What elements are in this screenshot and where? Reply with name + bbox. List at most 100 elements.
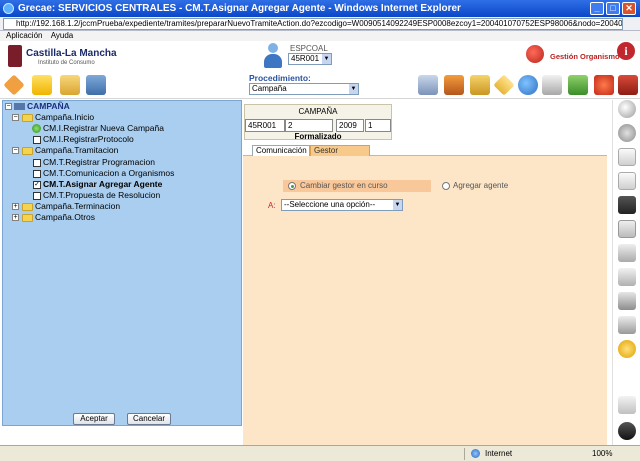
new-document-icon[interactable] xyxy=(618,220,636,238)
save-icon[interactable] xyxy=(618,196,636,214)
record-field-3: 2009 xyxy=(336,119,364,132)
laptop-tool-icon[interactable] xyxy=(418,75,438,95)
cancel-button[interactable]: Cancelar xyxy=(127,413,171,425)
checkbox-propuesta-resolucion[interactable] xyxy=(33,192,41,200)
zone-label: Internet xyxy=(485,449,513,458)
window-titlebar: Grecae: SERVICIOS CENTRALES - CM.T.Asign… xyxy=(0,0,640,17)
a-label: A: xyxy=(268,201,276,210)
radio-agregar-agente[interactable] xyxy=(442,182,450,190)
expander-tramitacion[interactable]: − xyxy=(12,147,19,154)
tree-node-tramitacion[interactable]: Campaña.Tramitacion xyxy=(35,145,118,156)
attach-icon[interactable] xyxy=(618,268,636,286)
chevron-down-icon: ▼ xyxy=(393,200,402,210)
logo-emblem-icon xyxy=(8,45,22,67)
expander-otros[interactable]: + xyxy=(12,214,19,221)
maximize-button[interactable]: □ xyxy=(606,2,620,15)
current-step-icon xyxy=(32,124,41,133)
expander-inicio[interactable]: − xyxy=(12,114,19,121)
save-tool-icon[interactable] xyxy=(86,75,106,95)
archive-tool-icon[interactable] xyxy=(470,75,490,95)
folder-icon xyxy=(22,214,33,222)
info-icon[interactable]: i xyxy=(617,42,635,60)
exit-tool-icon[interactable] xyxy=(618,75,638,95)
close-button[interactable]: ✕ xyxy=(622,2,636,15)
pages-icon[interactable] xyxy=(618,172,636,190)
gestion-icon xyxy=(526,45,544,63)
menu-aplicacion[interactable]: Aplicación xyxy=(6,31,42,40)
print-icon[interactable] xyxy=(618,316,636,334)
folder-icon xyxy=(22,203,33,211)
checkbox-comunicacion-organismos[interactable] xyxy=(33,170,41,178)
tree-node-registrar-nueva[interactable]: CM.I.Registrar Nueva Campaña xyxy=(43,123,164,134)
user-icon xyxy=(262,43,284,69)
back-icon[interactable] xyxy=(618,124,636,142)
checkbox-asignar-agente[interactable]: ✓ xyxy=(33,181,41,189)
user-label: ESPCOAL xyxy=(290,44,328,53)
status-bar: Internet 100% xyxy=(0,445,640,461)
tree-node-registrar-programacion[interactable]: CM.T.Registrar Programacion xyxy=(43,157,155,168)
tree-root[interactable]: CAMPAÑA xyxy=(27,101,70,112)
tools-icon[interactable] xyxy=(618,396,636,414)
minimize-button[interactable]: _ xyxy=(590,2,604,15)
folder-icon xyxy=(22,114,33,122)
logo-subtitle: Instituto de Consumo xyxy=(38,60,95,66)
copy-icon[interactable] xyxy=(618,244,636,262)
expander-terminacion[interactable]: + xyxy=(12,203,19,210)
envelope-tool-icon[interactable] xyxy=(493,74,515,96)
binoculars-icon[interactable] xyxy=(618,422,636,440)
globe-icon xyxy=(471,449,480,458)
expander-root[interactable]: − xyxy=(5,103,12,110)
logo-title: Castilla-La Mancha xyxy=(26,48,117,59)
checkbox-registrar-programacion[interactable] xyxy=(33,159,41,167)
books-tool-icon[interactable] xyxy=(444,75,464,95)
document-icon[interactable] xyxy=(618,148,636,166)
url-field[interactable]: http://192.168.1.2/jccmPrueba/expediente… xyxy=(3,18,623,30)
tree-node-comunicacion-organismos[interactable]: CM.T.Comunicacion a Organismos xyxy=(43,168,174,179)
radio-cambiar-gestor-label: Cambiar gestor en curso xyxy=(300,181,388,190)
lightbulb-tool-icon[interactable] xyxy=(32,75,52,95)
record-field-2: 2 xyxy=(285,119,333,132)
user-select[interactable]: 45R001 ▼ xyxy=(288,53,332,65)
record-status: Formalizado xyxy=(294,132,342,141)
record-field-4: 1 xyxy=(365,119,391,132)
chevron-down-icon: ▼ xyxy=(322,54,331,64)
app-menu: Aplicación Ayuda xyxy=(0,31,640,41)
right-toolbar xyxy=(612,100,640,445)
gear-tool-icon[interactable] xyxy=(594,75,614,95)
folder-tool-icon[interactable] xyxy=(60,75,80,95)
tree-node-asignar-agente[interactable]: CM.T.Asignar Agregar Agente xyxy=(43,179,162,190)
tab-comunicacion[interactable]: Comunicación xyxy=(252,145,310,156)
tree-node-inicio[interactable]: Campaña.Inicio xyxy=(35,112,94,123)
tab-gestor[interactable]: Gestor xyxy=(310,145,370,156)
procedimiento-label: Procedimiento: xyxy=(249,73,311,83)
app-header: Castilla-La Mancha Instituto de Consumo … xyxy=(0,41,640,73)
window-title: Grecae: SERVICIOS CENTRALES - CM.T.Asign… xyxy=(18,3,461,14)
tree-node-registrar-protocolo[interactable]: CM.I.RegistrarProtocolo xyxy=(43,134,134,145)
tree-popup: − CAMPAÑA − Campaña.Inicio CM.I.Registra… xyxy=(2,100,242,426)
root-icon xyxy=(14,103,25,110)
procedimiento-select[interactable]: Campaña ▼ xyxy=(249,83,359,95)
tree-node-otros[interactable]: Campaña.Otros xyxy=(35,212,95,223)
globe-tool-icon[interactable] xyxy=(518,75,538,95)
folder-icon xyxy=(22,147,33,155)
gestion-organismo-link[interactable]: Gestión Organismo xyxy=(550,52,620,61)
accept-button[interactable]: Aceptar xyxy=(73,413,115,425)
settings-sun-icon[interactable] xyxy=(618,340,636,358)
a-select[interactable]: --Seleccione una opción-- ▼ xyxy=(281,199,403,211)
stamp-icon[interactable] xyxy=(618,292,636,310)
checkbox-registrar-protocolo[interactable] xyxy=(33,136,41,144)
diamond-tool-icon[interactable] xyxy=(3,74,25,96)
tree-node-propuesta-resolucion[interactable]: CM.T.Propuesta de Resolucion xyxy=(43,190,160,201)
record-box: CAMPAÑA 45R001 2 2009 1 Formalizado xyxy=(244,104,392,141)
record-title: CAMPAÑA xyxy=(298,107,338,116)
magnifier-icon[interactable] xyxy=(618,100,636,118)
radio-cambiar-gestor[interactable] xyxy=(288,182,296,190)
menu-ayuda[interactable]: Ayuda xyxy=(51,31,74,40)
search-tool-icon[interactable] xyxy=(542,75,562,95)
tree-tool-icon[interactable] xyxy=(568,75,588,95)
ie-icon xyxy=(3,3,14,14)
zoom-level[interactable]: 100% xyxy=(592,449,612,458)
address-bar: http://192.168.1.2/jccmPrueba/expediente… xyxy=(0,17,640,31)
tree-node-terminacion[interactable]: Campaña.Terminacion xyxy=(35,201,120,212)
radio-agregar-agente-label: Agregar agente xyxy=(453,181,509,190)
